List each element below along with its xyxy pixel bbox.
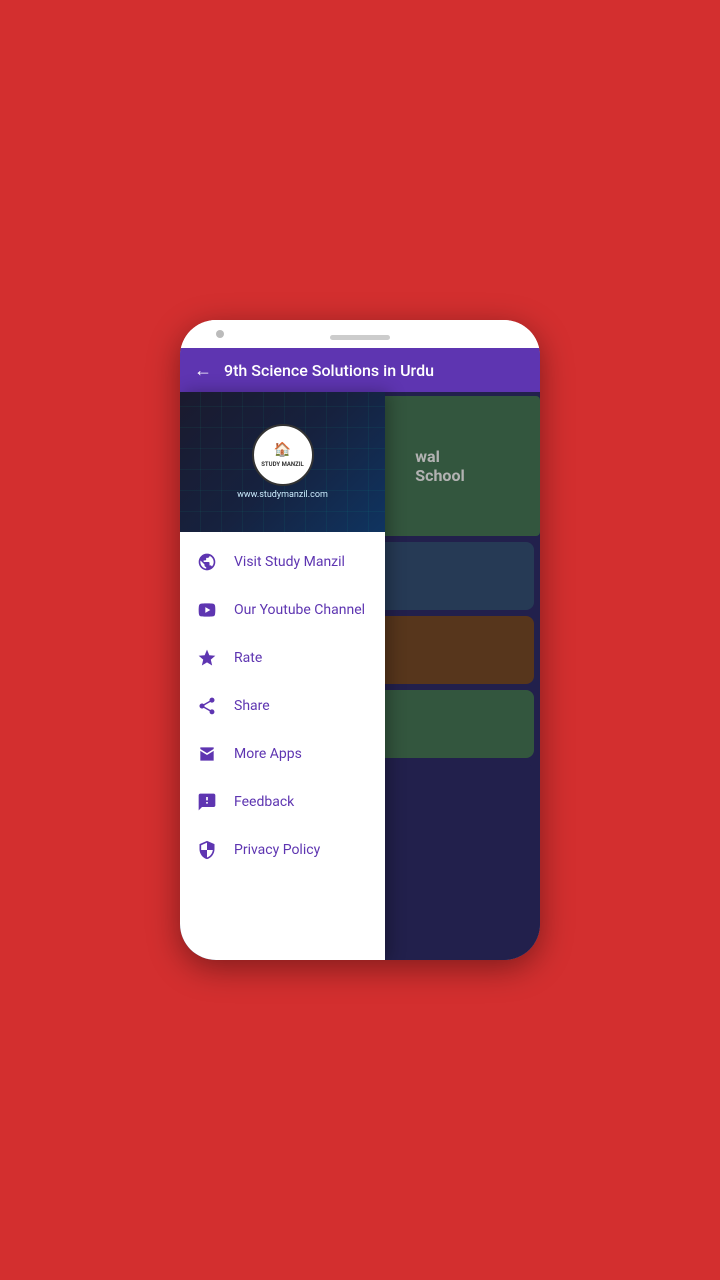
menu-item-more-apps[interactable]: More Apps xyxy=(180,730,385,778)
share-icon xyxy=(196,695,218,717)
drawer-banner: 🏠 STUDY MANZIL www.studymanzil.com xyxy=(180,392,385,532)
menu-item-youtube[interactable]: Our Youtube Channel xyxy=(180,586,385,634)
website-icon xyxy=(196,551,218,573)
app-title: 9th Science Solutions in Urdu xyxy=(224,361,434,380)
privacy-icon xyxy=(196,839,218,861)
drawer-logo-circle: 🏠 STUDY MANZIL xyxy=(252,424,314,486)
app-container: ← 9th Science Solutions in Urdu walSchoo… xyxy=(180,348,540,960)
menu-label-share: Share xyxy=(234,698,270,714)
phone-speaker xyxy=(330,335,390,340)
menu-label-feedback: Feedback xyxy=(234,794,294,810)
menu-item-visit[interactable]: Visit Study Manzil xyxy=(180,538,385,586)
phone-top-bar xyxy=(180,320,540,348)
menu-label-visit: Visit Study Manzil xyxy=(234,554,345,570)
menu-item-feedback[interactable]: Feedback xyxy=(180,778,385,826)
drawer-logo-text: STUDY MANZIL xyxy=(261,461,304,468)
more-apps-icon xyxy=(196,743,218,765)
menu-label-privacy: Privacy Policy xyxy=(234,842,320,858)
drawer-logo-inner: 🏠 STUDY MANZIL xyxy=(261,441,304,469)
side-drawer: 🏠 STUDY MANZIL www.studymanzil.com xyxy=(180,392,385,960)
menu-item-share[interactable]: Share xyxy=(180,682,385,730)
main-content: walSchool 🏠 STUDY MANZIL xyxy=(180,392,540,960)
menu-label-youtube: Our Youtube Channel xyxy=(234,602,365,618)
app-header: ← 9th Science Solutions in Urdu xyxy=(180,348,540,392)
menu-label-rate: Rate xyxy=(234,650,262,666)
feedback-icon xyxy=(196,791,218,813)
phone-camera xyxy=(216,330,224,338)
phone-frame: ← 9th Science Solutions in Urdu walSchoo… xyxy=(180,320,540,960)
youtube-icon xyxy=(196,599,218,621)
drawer-url: www.studymanzil.com xyxy=(237,490,328,500)
back-button[interactable]: ← xyxy=(194,360,212,381)
drawer-menu: Visit Study Manzil Our Youtube Channel xyxy=(180,532,385,960)
menu-item-rate[interactable]: Rate xyxy=(180,634,385,682)
menu-item-privacy[interactable]: Privacy Policy xyxy=(180,826,385,874)
star-icon xyxy=(196,647,218,669)
menu-label-more-apps: More Apps xyxy=(234,746,302,762)
logo-house-icon: 🏠 xyxy=(261,441,304,459)
